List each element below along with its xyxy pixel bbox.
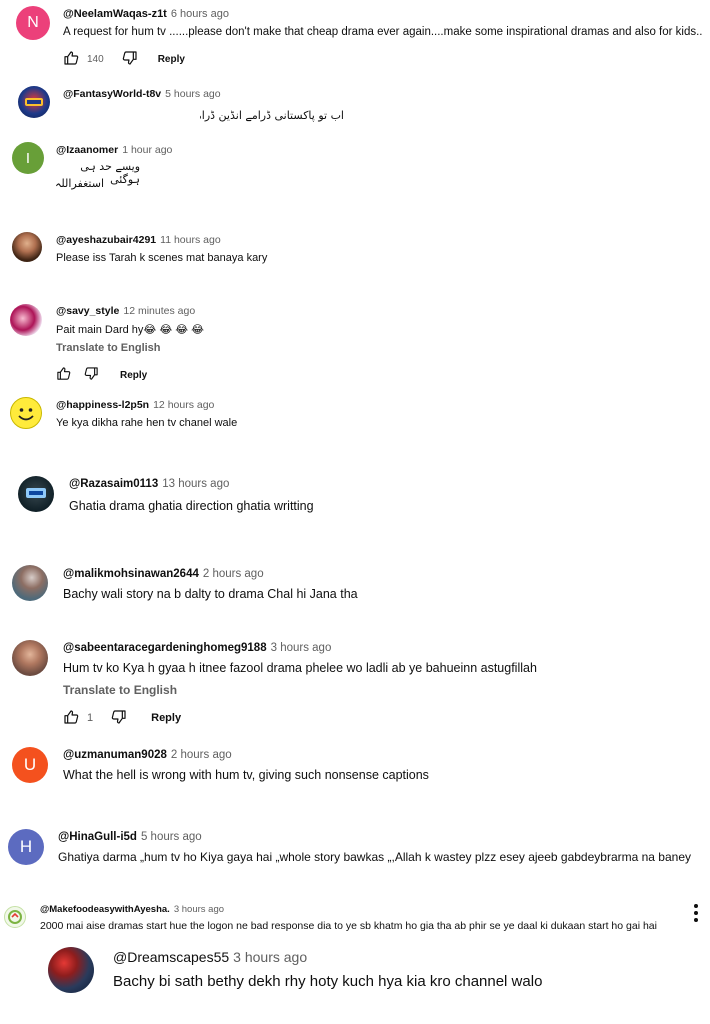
avatar[interactable]: N — [16, 6, 50, 40]
comment-time[interactable]: 3 hours ago — [174, 904, 224, 915]
more-options-icon[interactable] — [694, 904, 698, 925]
channel-logo-icon — [26, 488, 46, 498]
comment-author[interactable]: @uzmanuman9028 — [63, 749, 167, 761]
comment-text: Hum tv ko Kya h gyaa h itnee fazool dram… — [63, 661, 537, 675]
avatar[interactable] — [10, 304, 42, 336]
comment-time[interactable]: 1 hour ago — [122, 144, 172, 156]
comment-author[interactable]: @HinaGull-i5d — [58, 831, 137, 843]
comment-text: 2000 mai aise dramas start hue the logon… — [40, 920, 657, 932]
translate-button[interactable]: Translate to English — [56, 342, 702, 354]
avatar[interactable]: I — [12, 142, 44, 174]
comment-author[interactable]: @Razasaim0113 — [69, 478, 158, 490]
comment-author[interactable]: @malikmohsinawan2644 — [63, 568, 199, 580]
avatar[interactable] — [4, 906, 26, 928]
comment-text: Ye kya dikha rahe hen tv chanel wale — [56, 417, 238, 429]
comment-text: What the hell is wrong with hum tv, givi… — [63, 768, 429, 782]
comment-author[interactable]: @MakefoodeasywithAyesha. — [40, 904, 170, 915]
avatar[interactable]: H — [8, 829, 44, 865]
comment-text: Ghatiya darma „hum tv ho Kiya gaya hai „… — [58, 850, 691, 864]
translate-button[interactable]: Translate to English — [63, 683, 702, 697]
comment-author[interactable]: @ayeshazubair4291 — [56, 234, 156, 246]
comment-text: Bachy bi sath bethy dekh rhy hoty kuch h… — [113, 973, 543, 990]
comment-text: A request for hum tv ......please don't … — [63, 26, 702, 38]
comment-time[interactable]: 6 hours ago — [171, 8, 229, 20]
avatar[interactable] — [12, 565, 48, 601]
comment-time[interactable]: 2 hours ago — [171, 749, 232, 761]
avatar[interactable]: U — [12, 747, 48, 783]
comment-time[interactable]: 5 hours ago — [141, 831, 202, 843]
comment-time[interactable]: 13 hours ago — [162, 478, 229, 490]
comment-text: Bachy wali story na b dalty to drama Cha… — [63, 587, 358, 601]
comment-author[interactable]: @Dreamscapes55 — [113, 949, 229, 965]
channel-logo-icon — [25, 98, 43, 106]
comment-time[interactable]: 3 hours ago — [233, 949, 307, 965]
comment-time[interactable]: 5 hours ago — [165, 88, 220, 100]
dislike-icon[interactable] — [111, 709, 129, 727]
comment-time[interactable]: 12 hours ago — [153, 399, 214, 411]
comment-author[interactable]: @savy_style — [56, 305, 119, 317]
comment-time[interactable]: 3 hours ago — [271, 642, 332, 654]
like-count: 1 — [87, 712, 94, 724]
like-count: 140 — [87, 53, 104, 65]
avatar[interactable] — [48, 947, 94, 993]
comment-text-line: استغفراللہ — [54, 177, 104, 190]
smiley-icon — [18, 408, 34, 421]
avatar[interactable] — [12, 640, 48, 676]
comment-author[interactable]: @happiness-l2p5n — [56, 399, 149, 411]
comment-time[interactable]: 12 minutes ago — [123, 305, 195, 317]
comment-text: Pait main Dard hy😂 😂 😂 😂 — [56, 324, 205, 336]
dislike-icon[interactable] — [122, 50, 140, 68]
comment-text: Ghatia drama ghatia direction ghatia wri… — [69, 499, 314, 513]
like-icon[interactable] — [63, 709, 81, 727]
reply-button[interactable]: Reply — [120, 370, 147, 381]
comment-author[interactable]: @Izaanomer — [56, 144, 118, 156]
comment-time[interactable]: 2 hours ago — [203, 568, 264, 580]
channel-logo-icon — [8, 910, 22, 924]
comment-author[interactable]: @NeelamWaqas-z1t — [63, 8, 167, 20]
avatar[interactable] — [18, 86, 50, 118]
comment-author[interactable]: @FantasyWorld-t8v — [63, 88, 161, 100]
like-icon[interactable] — [63, 50, 81, 68]
comment-text: اب تو پاکستانی ڈرامے انڈین ڈرامہ سے بھی … — [200, 109, 344, 122]
comment-text: Please iss Tarah k scenes mat banaya kar… — [56, 252, 268, 264]
dislike-icon[interactable] — [84, 366, 102, 384]
avatar[interactable] — [10, 397, 42, 429]
like-icon[interactable] — [56, 366, 74, 384]
reply-button[interactable]: Reply — [158, 54, 185, 65]
comment-author[interactable]: @sabeentaracegardeninghomeg9188 — [63, 642, 267, 654]
avatar[interactable] — [12, 232, 42, 262]
comment-time[interactable]: 11 hours ago — [160, 234, 221, 246]
avatar[interactable] — [18, 476, 54, 512]
reply-button[interactable]: Reply — [151, 712, 181, 724]
